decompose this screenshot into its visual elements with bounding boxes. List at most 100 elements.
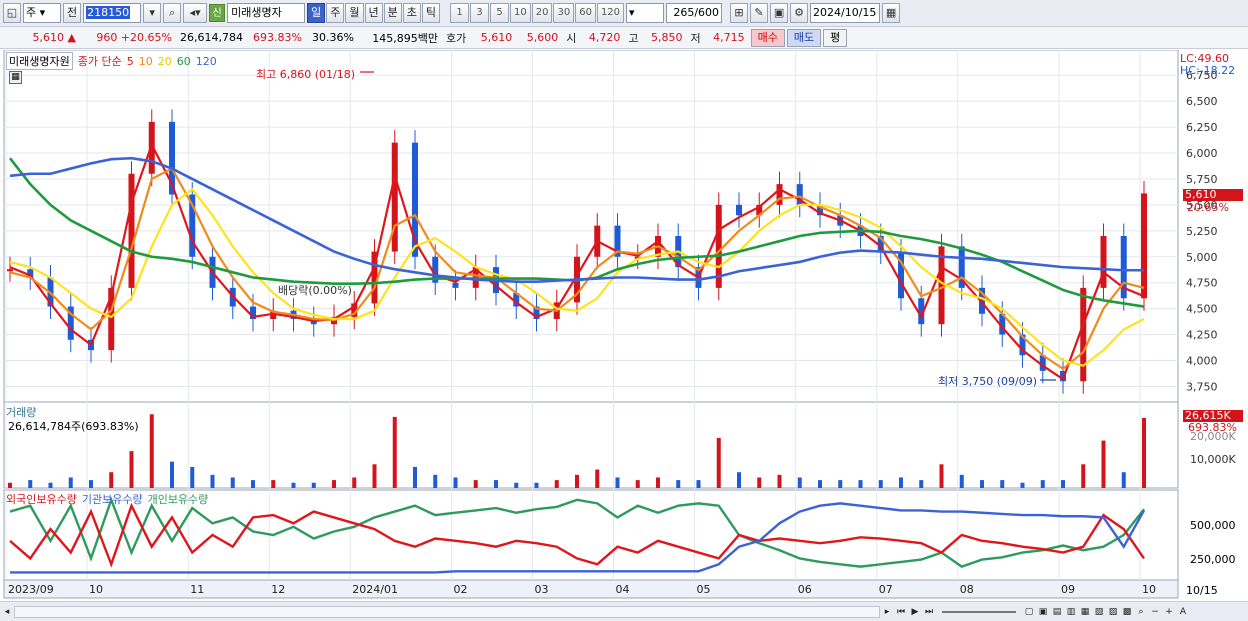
balance-button[interactable]: 평: [823, 28, 848, 47]
interval-button-1[interactable]: 3: [470, 3, 489, 23]
volume-bar-50: [1020, 482, 1025, 488]
period-button-1[interactable]: 주: [326, 3, 345, 23]
legend-ma-label: 종가 단순: [77, 55, 122, 68]
scroll-track[interactable]: [14, 605, 880, 618]
volume-readout: 26,614,784주(693.83%): [8, 420, 139, 433]
tool-icon-1[interactable]: ▢: [1022, 605, 1036, 619]
price-tick-12: 3,750: [1186, 380, 1218, 393]
panel-settings-icon[interactable]: ▦: [9, 71, 22, 84]
x-label-12: 09: [1061, 583, 1075, 596]
x-label-0: 2023/09: [8, 583, 54, 596]
date-input[interactable]: 2024/10/15: [810, 3, 881, 23]
draw-icon[interactable]: ✎: [750, 3, 769, 23]
tool-icon-6[interactable]: ▧: [1092, 605, 1106, 619]
period-button-2[interactable]: 월: [345, 3, 364, 23]
zoom-search-icon[interactable]: ⌕: [1134, 605, 1148, 619]
legend-individual: 개인보유수량: [147, 493, 209, 506]
interval-button-4[interactable]: 20: [531, 3, 553, 23]
interval-button-7[interactable]: 120: [596, 3, 625, 23]
volume-bar-3: [68, 477, 73, 488]
period-button-6[interactable]: 틱: [421, 3, 440, 23]
volume-bar-46: [939, 464, 944, 488]
window-menu-icon[interactable]: ◱: [3, 3, 21, 23]
interval-button-5[interactable]: 30: [553, 3, 575, 23]
volume-bar-16: [332, 480, 336, 488]
candle-body-6: [128, 173, 135, 288]
price-tick-6: 5,250: [1186, 225, 1218, 238]
volume-bar-42: [858, 480, 863, 488]
sell-button[interactable]: 매도: [786, 28, 822, 47]
interval-button-6[interactable]: 60: [575, 3, 596, 23]
stock-name-box: 미래생명자: [227, 3, 306, 23]
volume-bar-10: [210, 474, 215, 488]
volume-bar-11: [230, 477, 235, 488]
interval-button-2[interactable]: 5: [490, 3, 509, 23]
save-icon[interactable]: ▣: [770, 3, 789, 23]
volume-bar-26: [534, 482, 539, 488]
price-tick-11: 4,000: [1186, 355, 1218, 368]
period-button-5[interactable]: 초: [402, 3, 421, 23]
zoom-slider[interactable]: [942, 610, 1016, 613]
tool-icon-4[interactable]: ▥: [1064, 605, 1078, 619]
count-input[interactable]: 265/600: [666, 3, 723, 23]
code-dropdown-icon[interactable]: ▾: [143, 3, 162, 23]
legend-ma5: 5: [126, 54, 134, 68]
buy-button[interactable]: 매수: [750, 28, 785, 47]
tool-icon-8[interactable]: ▩: [1120, 605, 1134, 619]
dividend-annotation: 배당락(0.00%): [278, 284, 352, 297]
volume-bar-20: [413, 466, 417, 488]
period-button-4[interactable]: 분: [383, 3, 402, 23]
interval-button-0[interactable]: 1: [450, 3, 469, 23]
search-icon[interactable]: ⌕: [163, 3, 182, 23]
tool-icon-3[interactable]: ▤: [1050, 605, 1064, 619]
font-icon[interactable]: A: [1176, 605, 1190, 619]
calendar-icon[interactable]: ▦: [882, 3, 901, 23]
price-tick-4: 5,750: [1186, 173, 1218, 186]
period-button-3[interactable]: 년: [364, 3, 383, 23]
first-icon[interactable]: ⏮: [894, 605, 908, 619]
x-label-6: 03: [535, 583, 549, 596]
tool-icon-2[interactable]: ▣: [1036, 605, 1050, 619]
legend-ma10: 10: [138, 54, 153, 68]
play-icon[interactable]: ▶: [908, 605, 922, 619]
code-input[interactable]: 218150: [83, 3, 142, 23]
volume-bar-32: [656, 477, 660, 488]
stock-chart[interactable]: 6,7506,5006,2506,0005,7505,5005,2505,000…: [0, 50, 1248, 602]
zoom-in-icon[interactable]: +: [1162, 605, 1176, 619]
sound-icon[interactable]: ◂▾: [183, 3, 208, 23]
zoom-out-icon[interactable]: −: [1148, 605, 1162, 619]
turnover: 30.36%: [312, 31, 354, 44]
tool-icon-7[interactable]: ▨: [1106, 605, 1120, 619]
scroll-right-icon[interactable]: ▸: [880, 605, 894, 619]
price-tick-1: 6,500: [1186, 95, 1218, 108]
volume-bar-12: [251, 480, 255, 488]
x-label-13: 10: [1142, 583, 1156, 596]
volume-bar-55: [1121, 472, 1126, 488]
period-buttons: 일주월년분초틱: [307, 3, 440, 23]
interval-button-3[interactable]: 10: [510, 3, 531, 23]
tool-icon-5[interactable]: ▦: [1078, 605, 1092, 619]
current-pct-tag: 20.65%: [1187, 201, 1229, 214]
scroll-left-icon[interactable]: ◂: [0, 605, 14, 619]
interval-select[interactable]: ▾: [626, 3, 665, 23]
top-toolbar: ◱ 주 ▾ 전 218150 ▾ ⌕ ◂▾ 신 미래생명자 일주월년분초틱 13…: [0, 0, 1248, 27]
market-select[interactable]: 주 ▾: [23, 3, 61, 23]
volume-bar-6: [129, 451, 134, 488]
prev-button[interactable]: 전: [63, 3, 82, 23]
volume-bar-27: [554, 480, 559, 488]
last-icon[interactable]: ⏭: [922, 605, 936, 619]
code-value: 218150: [86, 6, 131, 19]
x-axis-right-label: 10/15: [1186, 584, 1218, 597]
x-label-8: 05: [697, 583, 711, 596]
market-value: 주: [26, 6, 37, 19]
amount: 145,895백만: [372, 31, 438, 45]
volume-tick: 10,000K: [1190, 453, 1236, 466]
period-button-0[interactable]: 일: [307, 3, 326, 23]
x-label-7: 04: [616, 583, 630, 596]
volume-bar-45: [919, 480, 924, 488]
chart-area[interactable]: 6,750 6,500 6,250 6,000 5,750 5,500 5,250 5,000…: [0, 50, 1248, 602]
candle-body-22: [452, 282, 459, 288]
chart-tools-icon[interactable]: ⊞: [730, 3, 749, 23]
gear-icon[interactable]: ⚙: [790, 3, 809, 23]
x-label-5: 02: [454, 583, 468, 596]
